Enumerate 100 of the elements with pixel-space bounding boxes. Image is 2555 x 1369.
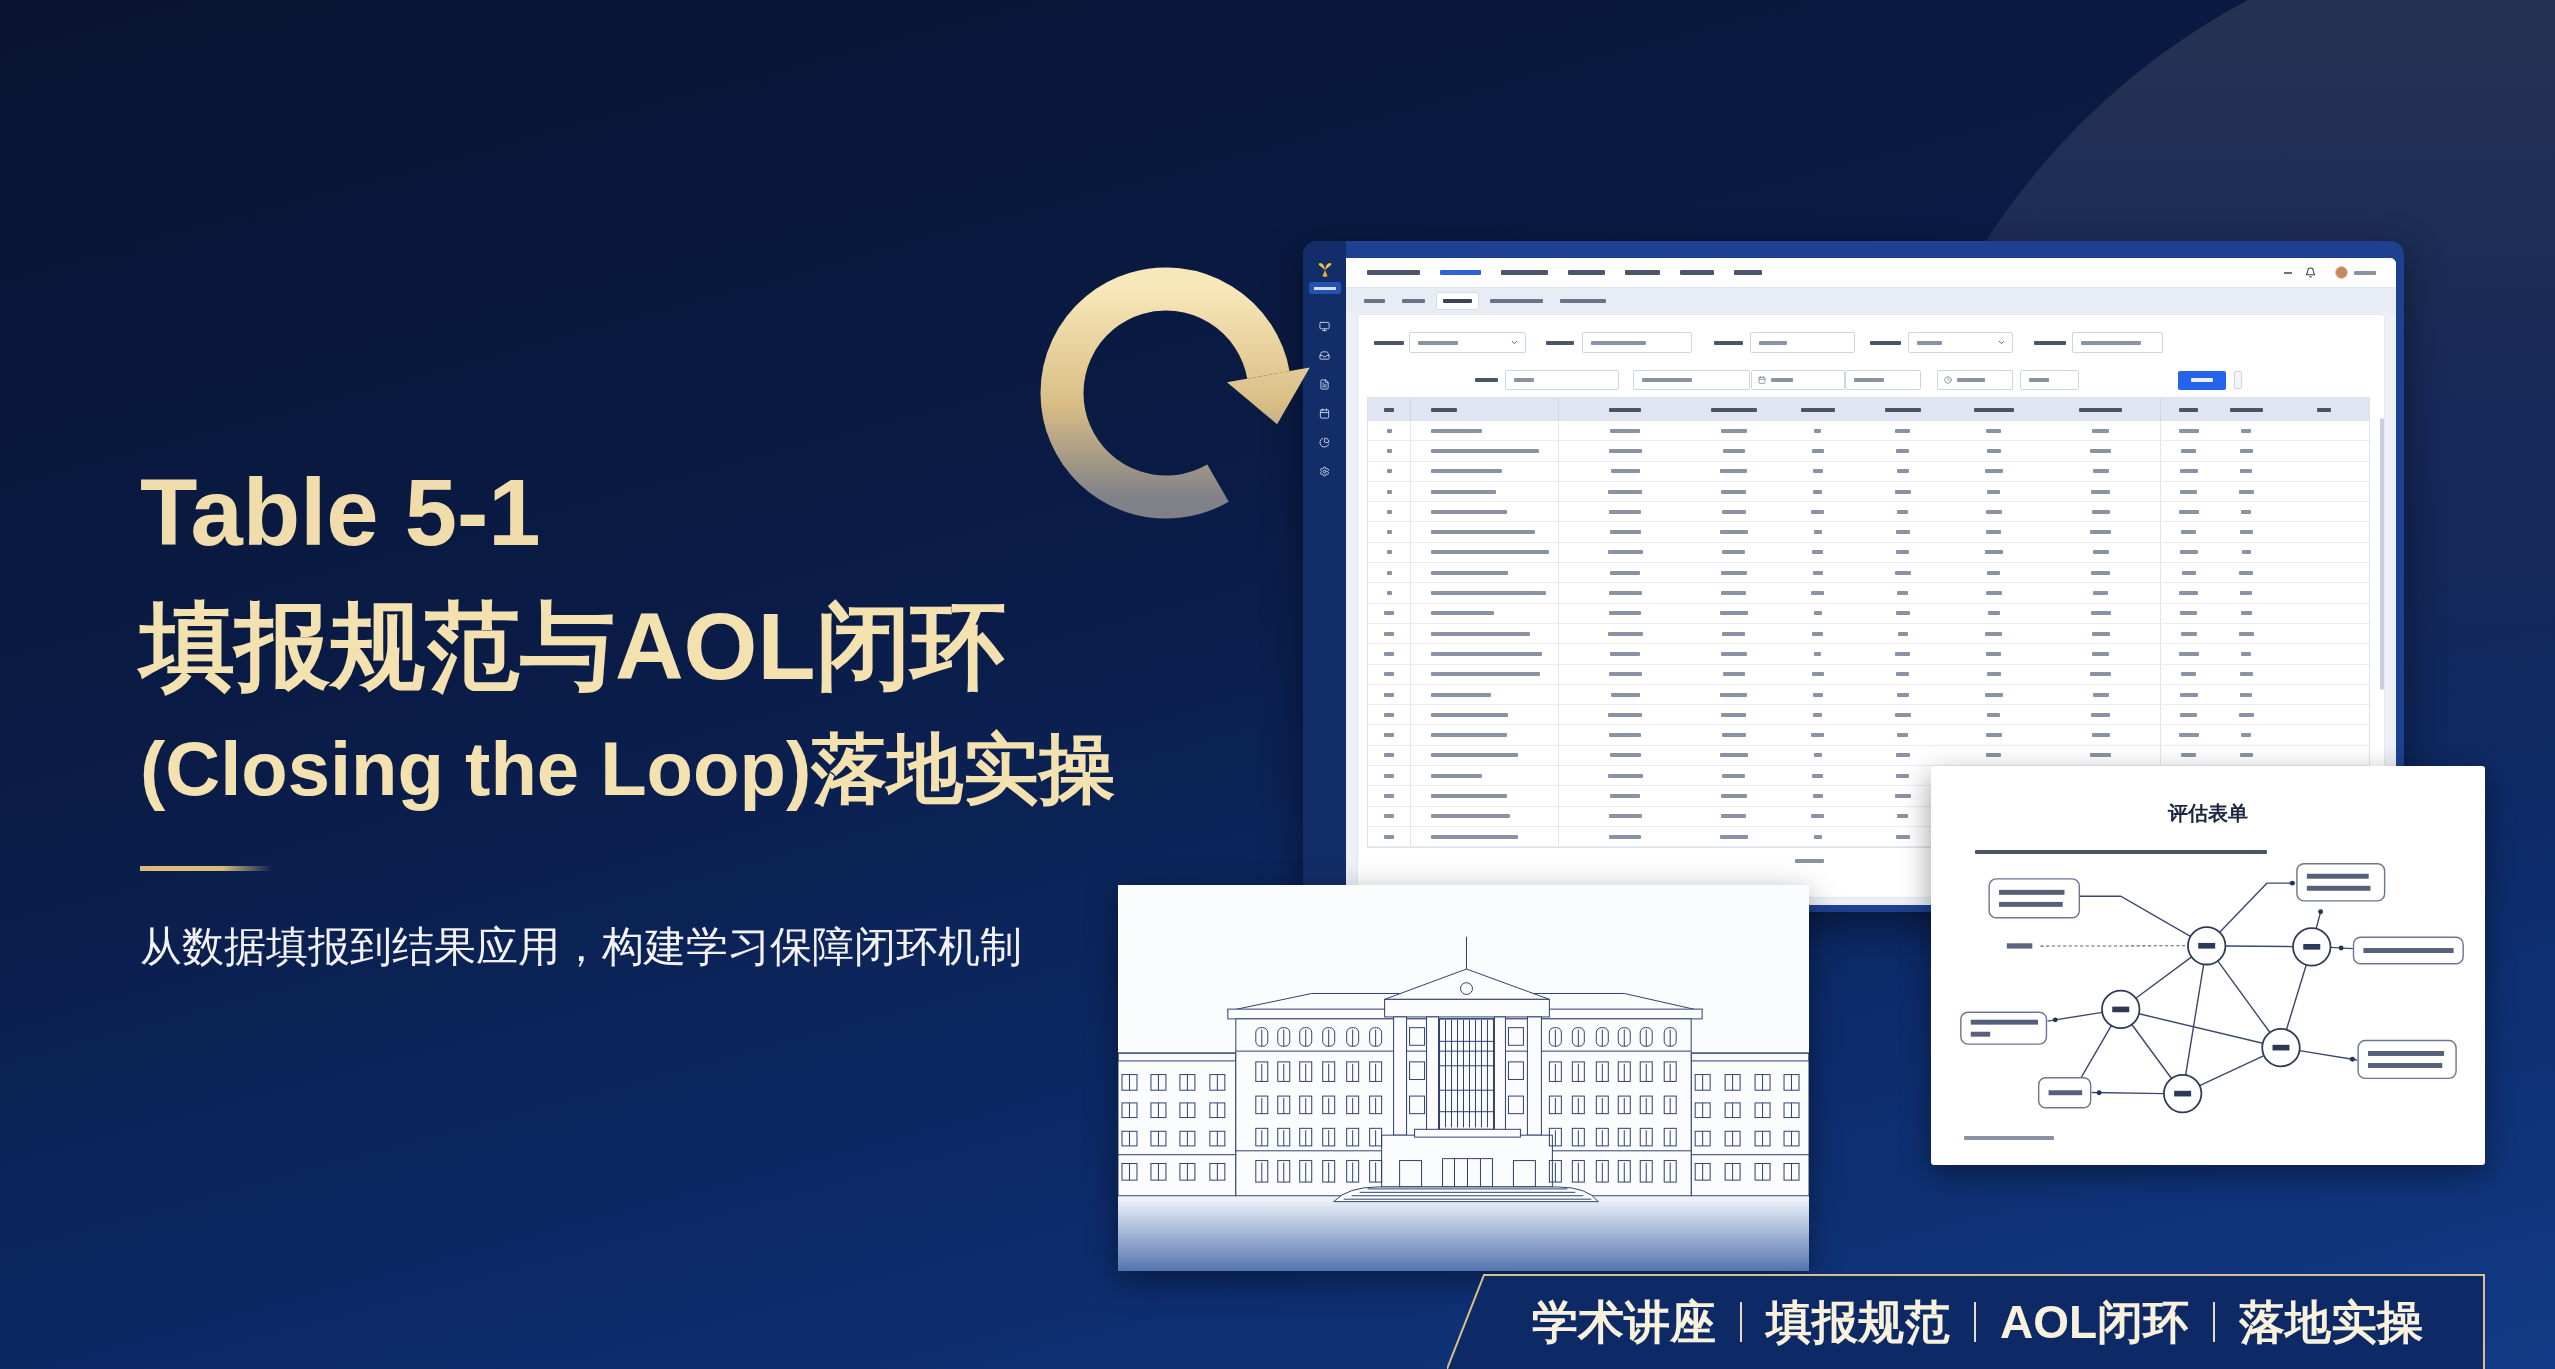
pie-chart-icon[interactable] (1319, 437, 1330, 448)
text-placeholder (2090, 611, 2111, 616)
search-button[interactable] (2178, 370, 2226, 390)
text-placeholder (2239, 753, 2253, 758)
text-placeholder (1813, 834, 1822, 839)
diagram-note (2037, 1077, 2092, 1109)
text-placeholder (1608, 672, 1642, 677)
text-placeholder (1610, 692, 1640, 697)
monitor-icon[interactable] (1319, 321, 1330, 332)
text-placeholder (1719, 530, 1748, 535)
input-field[interactable] (1751, 370, 1845, 390)
calendar-icon[interactable] (1319, 408, 1330, 419)
input-field[interactable] (1750, 332, 1855, 353)
text-placeholder (1431, 407, 1457, 412)
text-placeholder (2006, 943, 2033, 949)
text-placeholder (2092, 550, 2109, 555)
calendar-icon (1758, 376, 1766, 384)
gear-icon[interactable] (1319, 466, 1330, 477)
text-placeholder (1986, 448, 2001, 453)
input-field[interactable] (1845, 370, 1921, 390)
text-placeholder (1813, 611, 1822, 616)
text-placeholder (2179, 407, 2198, 412)
document-icon[interactable] (1319, 379, 1330, 390)
text-placeholder (1812, 773, 1823, 778)
text-placeholder (1607, 773, 1643, 778)
text-placeholder (1609, 733, 1641, 738)
text-placeholder (2079, 407, 2122, 412)
text-placeholder (1987, 611, 2000, 616)
text-placeholder (1721, 814, 1746, 819)
text-placeholder (1896, 448, 1909, 453)
text-placeholder (2238, 631, 2254, 636)
input-field[interactable] (1937, 370, 2013, 390)
input-field[interactable] (2020, 370, 2079, 390)
text-placeholder (1894, 489, 1911, 494)
text-placeholder (1386, 448, 1392, 453)
text-placeholder (2092, 692, 2109, 697)
text-placeholder (2091, 570, 2110, 575)
text-placeholder (1384, 773, 1394, 778)
text-placeholder (1814, 428, 1821, 433)
text-placeholder (1812, 469, 1823, 474)
text-placeholder (1610, 651, 1640, 656)
text-placeholder (1884, 407, 1921, 412)
text-placeholder (1386, 509, 1392, 514)
text-placeholder (1431, 469, 1502, 474)
input-field[interactable] (1582, 332, 1692, 353)
input-field[interactable] (1633, 370, 1750, 390)
diagram-node (2187, 926, 2227, 966)
text-placeholder (1895, 611, 1910, 616)
text-placeholder (2091, 712, 2110, 717)
text-placeholder (1897, 733, 1908, 738)
text-placeholder (1973, 407, 2014, 412)
text-placeholder (2178, 428, 2199, 433)
avatar[interactable] (2335, 266, 2348, 279)
text-placeholder (1895, 651, 1910, 656)
text-placeholder (2179, 550, 2198, 555)
select-field[interactable] (1409, 332, 1526, 353)
text-placeholder (2179, 591, 2198, 595)
text-placeholder (1384, 651, 1394, 656)
connector-arrow (2315, 909, 2324, 930)
text-placeholder (1722, 448, 1745, 453)
text-placeholder (1870, 340, 1901, 345)
text-placeholder (2229, 407, 2263, 412)
text-placeholder (1386, 570, 1392, 575)
text-placeholder (1721, 712, 1746, 717)
text-placeholder (1431, 611, 1494, 616)
text-placeholder (2238, 489, 2254, 494)
text-placeholder (1431, 773, 1482, 778)
diagram-node (2101, 989, 2141, 1030)
text-placeholder (2240, 611, 2252, 616)
text-placeholder (1896, 550, 1909, 555)
text-placeholder (1722, 672, 1745, 677)
bell-icon[interactable] (2305, 267, 2316, 278)
page-tab[interactable] (1436, 291, 1479, 310)
text-placeholder (1894, 570, 1911, 575)
text-placeholder (2239, 530, 2253, 535)
connector-arrow (2046, 1011, 2103, 1023)
connector-line (2080, 1024, 2113, 1079)
text-placeholder (1984, 550, 2003, 555)
inbox-icon[interactable] (1319, 350, 1330, 361)
text-placeholder (1386, 550, 1392, 555)
text-placeholder (1546, 340, 1574, 345)
text-placeholder (1384, 631, 1394, 636)
select-field[interactable] (1908, 332, 2013, 353)
text-placeholder (1811, 591, 1824, 595)
chevron-down-icon (1997, 338, 2006, 347)
scrollbar[interactable] (2380, 418, 2384, 690)
minus-icon[interactable] (2284, 271, 2292, 274)
text-placeholder (1431, 692, 1491, 697)
text-placeholder (1608, 814, 1642, 819)
text-placeholder (2240, 469, 2252, 474)
input-field[interactable] (2072, 332, 2163, 353)
text-placeholder (2181, 753, 2196, 758)
text-placeholder (2240, 591, 2252, 595)
input-field[interactable] (1505, 370, 1619, 390)
text-placeholder (1987, 489, 2000, 494)
text-placeholder (2180, 631, 2197, 636)
text-placeholder (1813, 530, 1822, 535)
text-placeholder (1610, 428, 1640, 433)
text-placeholder (2239, 672, 2253, 677)
text-placeholder (2241, 550, 2251, 555)
